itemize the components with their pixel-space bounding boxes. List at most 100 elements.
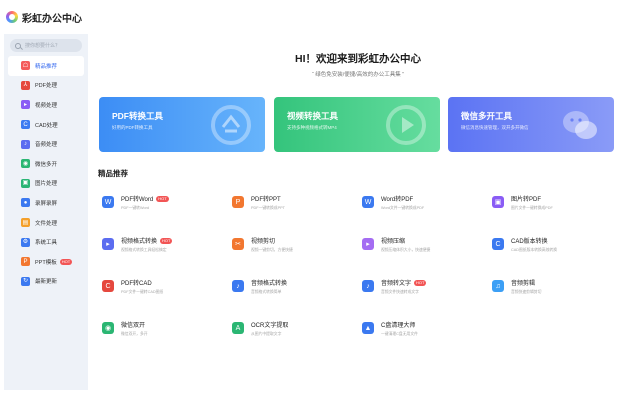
tool-desc: PDF一键转Word [121, 206, 149, 210]
card-video-convert[interactable]: 视频转换工具 支持多种视频格式转MP4 [274, 97, 440, 152]
tool-text: 音频转文字 HOT 音频文件快速转成文字 [381, 278, 427, 295]
pdf-to-cad-icon: C [102, 280, 114, 292]
card-desc: 好用的PDF转换工具 [112, 125, 153, 130]
tool-name: 视频压缩 [381, 239, 406, 245]
tool-name: PDF转Word [121, 197, 154, 203]
sidebar-item[interactable]: ⚙ 系统工具 [8, 232, 84, 252]
sidebar-item-label: 系统工具 [35, 240, 58, 247]
sidebar-item[interactable]: ♪ 音频处理 [8, 134, 84, 154]
tool-item[interactable]: C PDF转CAD PDF文件一键转CAD图纸 [102, 278, 222, 298]
sidebar-item[interactable]: ◉ 微信多开 [8, 154, 84, 174]
tool-text: PDF转Word HOT PDF一键转Word [121, 194, 169, 211]
sidebar-item-label: PDF处理 [35, 83, 58, 90]
audio-format-icon: ♪ [232, 280, 244, 292]
sidebar: 搜你想要什么？ ☖ 精品推荐 ⅄ PDF处理 ▸ 视频处理 C CAD处理 ♪ 音频处理 ◉ 微信多开… [4, 34, 88, 390]
tool-item[interactable]: A OCR文字提取 从图片中提取文字 [232, 320, 352, 340]
wechat-dual-icon: ◉ [102, 322, 114, 334]
tool-item[interactable]: ▲ C盘清理大师 一键清理C盘无用文件 [362, 320, 482, 340]
tool-name: 视频格式转换 [121, 239, 158, 245]
tool-name-row: 视频剪切 [251, 236, 293, 245]
system-icon: ⚙ [21, 237, 30, 247]
tool-item[interactable]: ♪ 音频格式转换 音频格式转换简单 [232, 278, 352, 298]
tool-item[interactable]: P PDF转PPT PDF一键转换成PPT [232, 194, 352, 214]
tool-name: 音频剪辑 [511, 281, 536, 287]
pdf-convert-icon [209, 103, 253, 147]
tool-item[interactable]: ▣ 图片转PDF 图片文件一键转换成PDF [492, 194, 612, 214]
sidebar-item[interactable]: ▤ 文件处理 [8, 213, 84, 233]
tool-name-row: PDF转Word HOT [121, 194, 169, 203]
tool-name-row: C盘清理大师 [381, 320, 418, 329]
tool-name-row: CAD版本转换 [511, 236, 557, 245]
tool-text: 视频压缩 视频压缩体积大小，快速便捷 [381, 236, 430, 253]
tool-name-row: OCR文字提取 [251, 320, 288, 329]
tool-text: C盘清理大师 一键清理C盘无用文件 [381, 320, 418, 337]
tool-item[interactable]: ◉ 微信双开 微信双开，多开 [102, 320, 222, 340]
tool-name-row: PDF转PPT [251, 194, 285, 203]
tool-item[interactable]: ♪ 音频转文字 HOT 音频文件快速转成文字 [362, 278, 482, 298]
tool-name-row: 视频压缩 [381, 236, 430, 245]
sidebar-item-label: 音频处理 [35, 142, 58, 149]
card-desc: 微信消息快速管理，双开多开微信 [461, 125, 529, 130]
card-wechat-multi[interactable]: 微信多开工具 微信消息快速管理，双开多开微信 [448, 97, 614, 152]
cad-icon: C [21, 120, 30, 130]
tool-name-row: Word转PDF [381, 194, 424, 203]
tool-name: 视频剪切 [251, 239, 276, 245]
audio-to-text-icon: ♪ [362, 280, 374, 292]
tool-name-row: 微信双开 [121, 320, 148, 329]
sidebar-item[interactable]: ● 录屏录屏 [8, 193, 84, 213]
main-content: HI！欢迎来到彩虹办公中心 “ 绿色免安装/便捷/高效的办公工具集 ” PDF转… [88, 34, 628, 390]
tool-item[interactable]: ✂ 视频剪切视频一键剪切，方便快捷 [232, 236, 352, 256]
tool-text: 微信双开 微信双开，多开 [121, 320, 148, 337]
card-desc: 支持多种视频格式转MP4 [287, 125, 337, 130]
tool-item[interactable]: ♫ 音频剪辑 音频快速剪辑剪切 [492, 278, 612, 298]
tool-desc: 音频文件快速转成文字 [381, 290, 419, 294]
tool-desc: 视频一键剪切，方便快捷 [251, 248, 293, 252]
sidebar-item[interactable]: ⅄ PDF处理 [8, 76, 84, 96]
video-compress-icon: ▸ [362, 238, 374, 250]
sidebar-item[interactable]: P PPT模板 HOT [8, 252, 84, 272]
tool-text: PDF转CAD PDF文件一键转CAD图纸 [121, 278, 163, 295]
card-pdf-convert[interactable]: PDF转换工具 好用的PDF转换工具 [99, 97, 265, 152]
tool-desc: 音频格式转换简单 [251, 290, 282, 294]
card-title: PDF转换工具 [112, 111, 164, 121]
wechat-icon: ◉ [21, 159, 30, 169]
tool-item[interactable]: ▸ 视频压缩 视频压缩体积大小，快速便捷 [362, 236, 482, 256]
sidebar-item[interactable]: ▸ 视频处理 [8, 95, 84, 115]
tool-item[interactable]: W Word转PDF Word文件一键转换成PDF [362, 194, 482, 214]
video-cut-icon: ✂ [232, 238, 244, 250]
tool-name: 音频格式转换 [251, 281, 288, 287]
tool-name: Word转PDF [381, 197, 414, 203]
file-icon: ▤ [21, 218, 30, 228]
sidebar-item[interactable]: ↻ 最新更新 [8, 272, 84, 292]
tool-item[interactable]: W PDF转Word HOT PDF一键转Word [102, 194, 222, 214]
tool-item[interactable]: ▸ 视频格式转换 HOT 视频格式转换工具轻松搞定 [102, 236, 222, 256]
tool-name-row: 音频转文字 HOT [381, 278, 427, 287]
sidebar-item-label: 录屏录屏 [35, 200, 58, 207]
page-subtitle: “ 绿色免安装/便捷/高效的办公工具集 ” [311, 72, 405, 78]
ppt-icon: P [21, 257, 30, 267]
sidebar-item-label: PPT模板 [35, 259, 57, 266]
tool-desc: 图片文件一键转换成PDF [511, 206, 553, 210]
tool-name-row: 图片转PDF [511, 194, 553, 203]
sidebar-item[interactable]: C CAD处理 [8, 115, 84, 135]
sidebar-item-label: 视频处理 [35, 102, 58, 109]
tool-name: 微信双开 [121, 323, 146, 329]
tool-desc: PDF一键转换成PPT [251, 206, 285, 210]
card-title: 视频转换工具 [287, 111, 339, 121]
tool-item[interactable]: C CAD版本转换 CAD图纸版本转换高效转换 [492, 236, 612, 256]
section-title: 精品推荐 [98, 169, 128, 178]
disk-clean-icon: ▲ [362, 322, 374, 334]
title-bar: 彩虹办公中心 [0, 0, 628, 34]
tool-desc: Word文件一键转换成PDF [381, 206, 425, 210]
image-to-pdf-icon: ▣ [492, 196, 504, 208]
word-to-pdf-icon: W [362, 196, 374, 208]
page-title: HI！欢迎来到彩虹办公中心 [295, 53, 421, 65]
sidebar-item-label: 图片处理 [35, 181, 58, 188]
search-input[interactable]: 搜你想要什么？ [10, 39, 82, 52]
sidebar-item[interactable]: ☖ 精品推荐 [8, 56, 84, 76]
search-placeholder: 搜你想要什么？ [25, 43, 61, 49]
tool-text: OCR文字提取 从图片中提取文字 [251, 320, 288, 337]
tool-name: C盘清理大师 [381, 323, 416, 329]
sidebar-item[interactable]: ▣ 图片处理 [8, 174, 84, 194]
card-title: 微信多开工具 [461, 111, 513, 121]
